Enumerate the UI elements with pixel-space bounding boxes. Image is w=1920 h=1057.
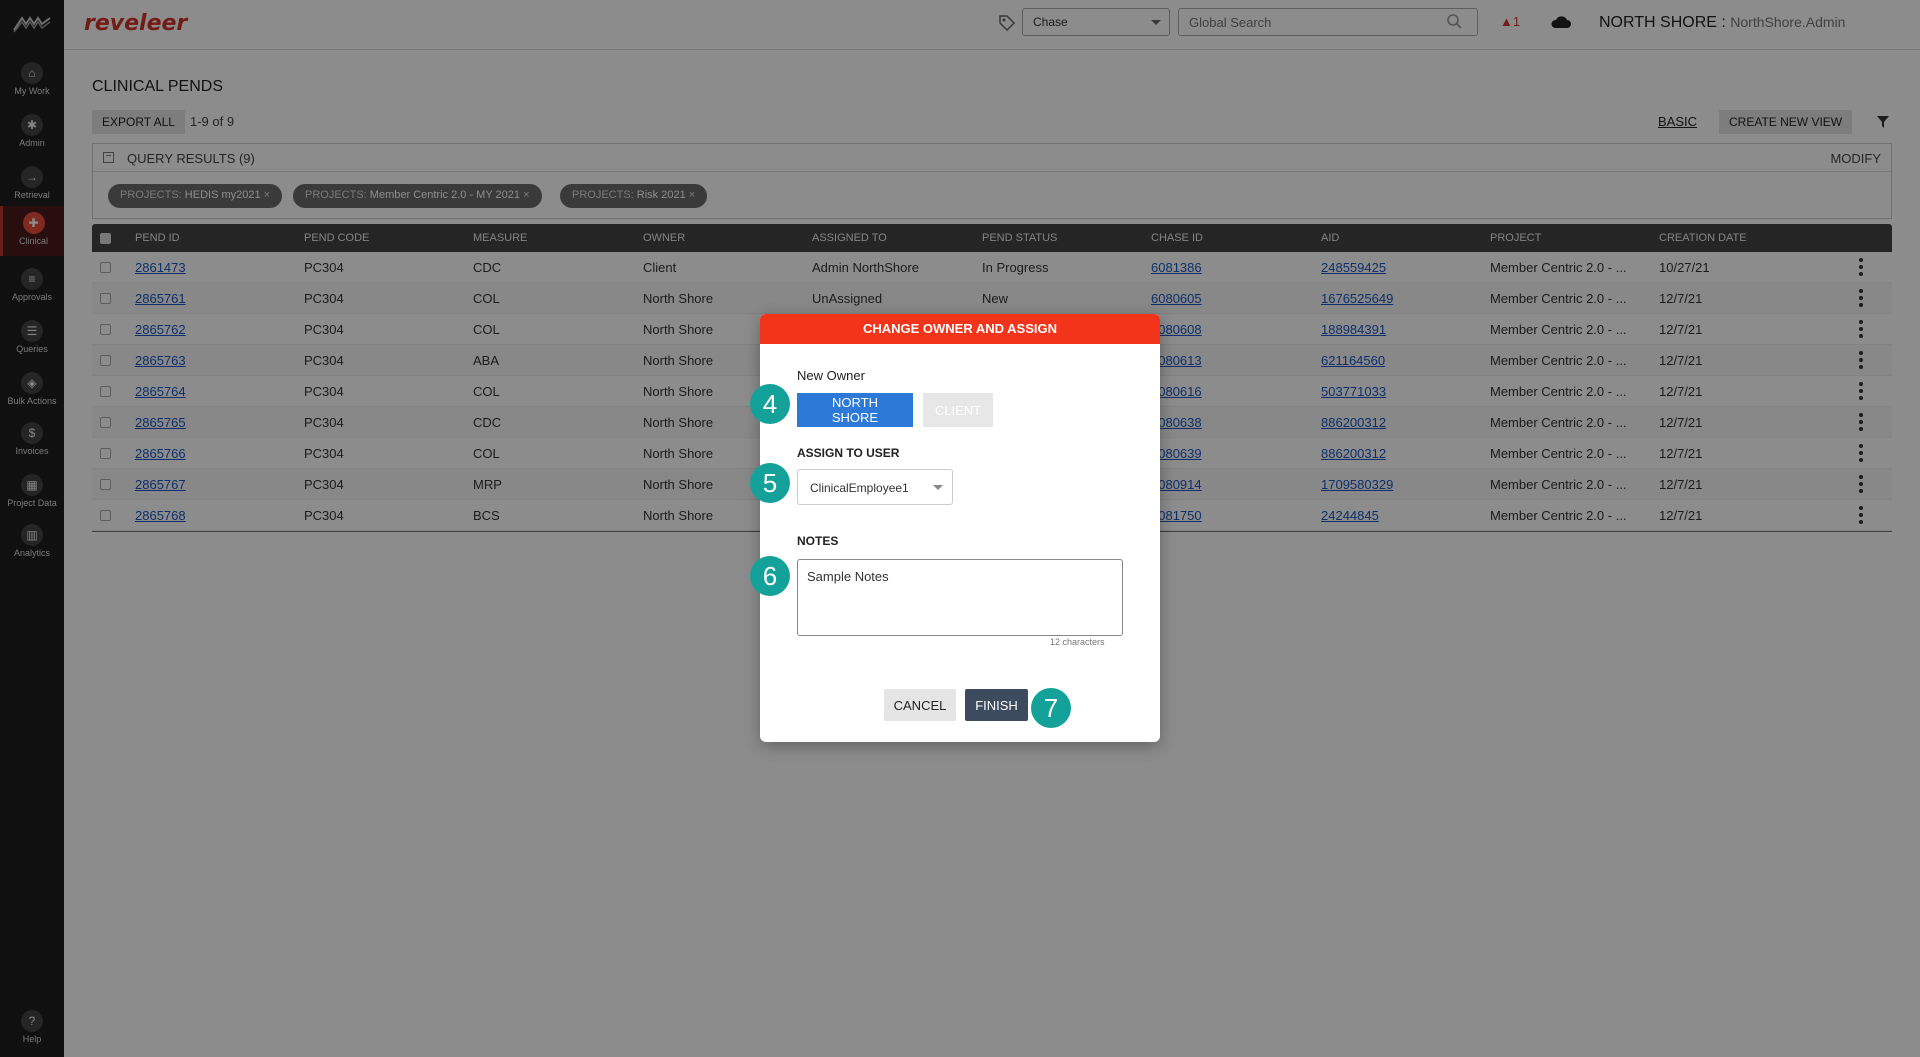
step-badge: 4 bbox=[750, 384, 790, 424]
new-owner-label: New Owner bbox=[797, 368, 865, 383]
modal-title: CHANGE OWNER AND ASSIGN bbox=[760, 314, 1160, 344]
assign-user-value: ClinicalEmployee1 bbox=[810, 481, 909, 495]
cancel-button[interactable]: CANCEL bbox=[884, 689, 956, 721]
notes-label: NOTES bbox=[797, 534, 839, 548]
change-owner-modal: CHANGE OWNER AND ASSIGN New Owner NORTH … bbox=[760, 314, 1160, 742]
char-count: 12 characters bbox=[1050, 637, 1105, 647]
assign-user-select[interactable]: ClinicalEmployee1 bbox=[797, 469, 953, 505]
step-badge: 6 bbox=[750, 556, 790, 596]
chevron-down-icon bbox=[933, 485, 943, 490]
step-badge: 7 bbox=[1031, 688, 1071, 728]
owner-north-shore-button[interactable]: NORTH SHORE bbox=[797, 393, 913, 427]
finish-button[interactable]: FINISH bbox=[965, 689, 1028, 721]
notes-textarea[interactable]: Sample Notes bbox=[797, 559, 1123, 636]
step-badge: 5 bbox=[750, 463, 790, 503]
assign-to-user-label: ASSIGN TO USER bbox=[797, 446, 900, 460]
owner-client-button[interactable]: CLIENT bbox=[923, 393, 993, 427]
